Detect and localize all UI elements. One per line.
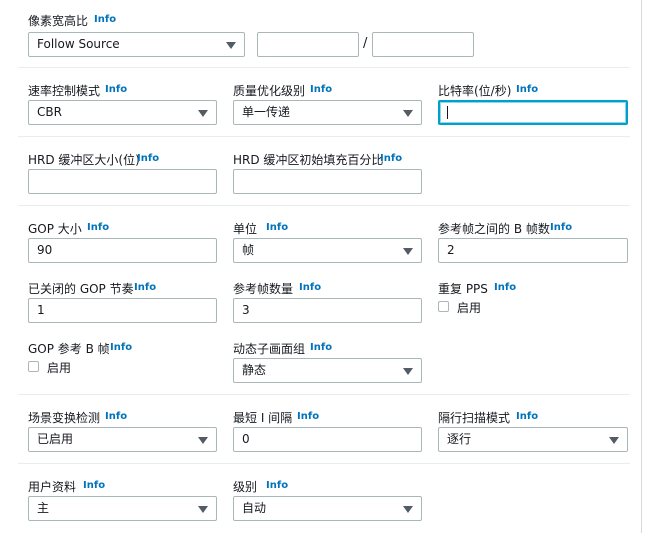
- hrd-buffer-size-input[interactable]: [28, 169, 217, 194]
- codec-profile-value: 主: [37, 501, 50, 515]
- rate-control-mode-label: 速率控制模式: [28, 84, 101, 98]
- gop-units-label: 单位: [233, 222, 258, 236]
- gop-size-label: GOP 大小: [28, 222, 82, 236]
- gop-b-reference-label: GOP 参考 B 帧: [28, 342, 110, 356]
- codec-level-label: 级别: [233, 480, 258, 494]
- interlace-mode-label: 隔行扫描模式: [438, 411, 511, 425]
- gop-size-info-link[interactable]: Info: [87, 222, 109, 233]
- hrd-buffer-size-info-link[interactable]: Info: [137, 153, 159, 164]
- interlace-mode-value: 逐行: [447, 432, 472, 446]
- section-divider: [18, 205, 630, 206]
- chevron-down-icon: [198, 110, 208, 117]
- pixel-aspect-denominator-input[interactable]: [372, 32, 474, 57]
- text-cursor: [447, 106, 448, 119]
- gop-closed-cadence-input[interactable]: 1: [28, 298, 217, 323]
- gop-units-info-link[interactable]: Info: [266, 222, 288, 233]
- chevron-down-icon: [609, 437, 619, 444]
- gop-b-reference-checkbox-label[interactable]: 启用: [47, 359, 71, 376]
- chevron-down-icon: [403, 110, 413, 117]
- number-reference-frames-label: 参考帧数量: [233, 282, 294, 296]
- b-frames-between-ref-label: 参考帧之间的 B 帧数: [438, 222, 550, 236]
- dynamic-sub-gop-value: 静态: [242, 363, 267, 377]
- gop-closed-cadence-label: 已关闭的 GOP 节奏: [28, 282, 134, 296]
- codec-level-value: 自动: [242, 501, 267, 515]
- bitrate-input[interactable]: [438, 100, 628, 125]
- section-divider: [18, 67, 630, 68]
- hrd-buffer-initial-fill-info-link[interactable]: Info: [380, 153, 402, 164]
- section-divider: [18, 463, 630, 464]
- rate-control-mode-value: CBR: [37, 105, 62, 119]
- gop-b-reference-info-link[interactable]: Info: [110, 342, 132, 353]
- chevron-down-icon: [198, 437, 208, 444]
- rate-control-mode-info-link[interactable]: Info: [105, 84, 127, 95]
- codec-profile-select[interactable]: 主: [28, 496, 217, 521]
- b-frames-between-ref-input[interactable]: 2: [438, 238, 628, 263]
- repeat-pps-checkbox-label[interactable]: 启用: [457, 299, 481, 316]
- codec-profile-info-link[interactable]: Info: [83, 480, 105, 491]
- chevron-down-icon: [198, 506, 208, 513]
- section-divider: [18, 136, 630, 137]
- interlace-mode-select[interactable]: 逐行: [438, 427, 628, 452]
- repeat-pps-info-link[interactable]: Info: [494, 282, 516, 293]
- gop-units-value: 帧: [242, 243, 255, 257]
- chevron-down-icon: [226, 42, 236, 49]
- min-i-interval-input[interactable]: 0: [233, 427, 422, 452]
- number-reference-frames-info-link[interactable]: Info: [299, 282, 321, 293]
- hrd-buffer-initial-fill-label: HRD 缓冲区初始填充百分比: [233, 153, 384, 167]
- gop-size-input[interactable]: 90: [28, 238, 217, 263]
- pixel-aspect-select[interactable]: Follow Source: [28, 32, 245, 57]
- codec-profile-label: 用户资料: [28, 480, 77, 494]
- pixel-aspect-numerator-input[interactable]: [257, 32, 359, 57]
- scene-change-detect-value: 已启用: [37, 432, 74, 446]
- dynamic-sub-gop-select[interactable]: 静态: [233, 358, 422, 383]
- dynamic-sub-gop-info-link[interactable]: Info: [310, 342, 332, 353]
- quality-tuning-level-value: 单一传递: [242, 105, 291, 119]
- codec-level-select[interactable]: 自动: [233, 496, 422, 521]
- pixel-aspect-label: 像素宽高比: [28, 14, 89, 28]
- pixel-aspect-separator: /: [363, 36, 368, 51]
- min-i-interval-info-link[interactable]: Info: [297, 411, 319, 422]
- gop-closed-cadence-info-link[interactable]: Info: [134, 282, 156, 293]
- hrd-buffer-size-label: HRD 缓冲区大小(位): [28, 153, 140, 167]
- interlace-mode-info-link[interactable]: Info: [516, 411, 538, 422]
- quality-tuning-level-label: 质量优化级别: [233, 84, 306, 98]
- repeat-pps-label: 重复 PPS: [438, 282, 488, 296]
- min-i-interval-label: 最短 I 间隔: [233, 411, 293, 425]
- b-frames-between-ref-info-link[interactable]: Info: [550, 222, 572, 233]
- section-divider: [18, 394, 630, 395]
- panel-right-border: [641, 0, 650, 533]
- chevron-down-icon: [403, 368, 413, 375]
- repeat-pps-checkbox[interactable]: [438, 301, 449, 312]
- hrd-buffer-initial-fill-input[interactable]: [233, 169, 422, 194]
- quality-tuning-level-info-link[interactable]: Info: [310, 84, 332, 95]
- gop-b-reference-checkbox[interactable]: [28, 361, 39, 372]
- pixel-aspect-select-value: Follow Source: [37, 37, 120, 51]
- pixel-aspect-info-link[interactable]: Info: [94, 14, 116, 25]
- bitrate-label: 比特率(位/秒): [438, 84, 512, 98]
- chevron-down-icon: [403, 248, 413, 255]
- quality-tuning-level-select[interactable]: 单一传递: [233, 100, 422, 125]
- dynamic-sub-gop-label: 动态子画面组: [233, 342, 306, 356]
- number-reference-frames-input[interactable]: 3: [233, 298, 422, 323]
- gop-units-select[interactable]: 帧: [233, 238, 422, 263]
- codec-level-info-link[interactable]: Info: [266, 480, 288, 491]
- scene-change-detect-info-link[interactable]: Info: [105, 411, 127, 422]
- bitrate-info-link[interactable]: Info: [516, 84, 538, 95]
- scene-change-detect-select[interactable]: 已启用: [28, 427, 217, 452]
- chevron-down-icon: [403, 506, 413, 513]
- scene-change-detect-label: 场景变换检测: [28, 411, 101, 425]
- rate-control-mode-select[interactable]: CBR: [28, 100, 217, 125]
